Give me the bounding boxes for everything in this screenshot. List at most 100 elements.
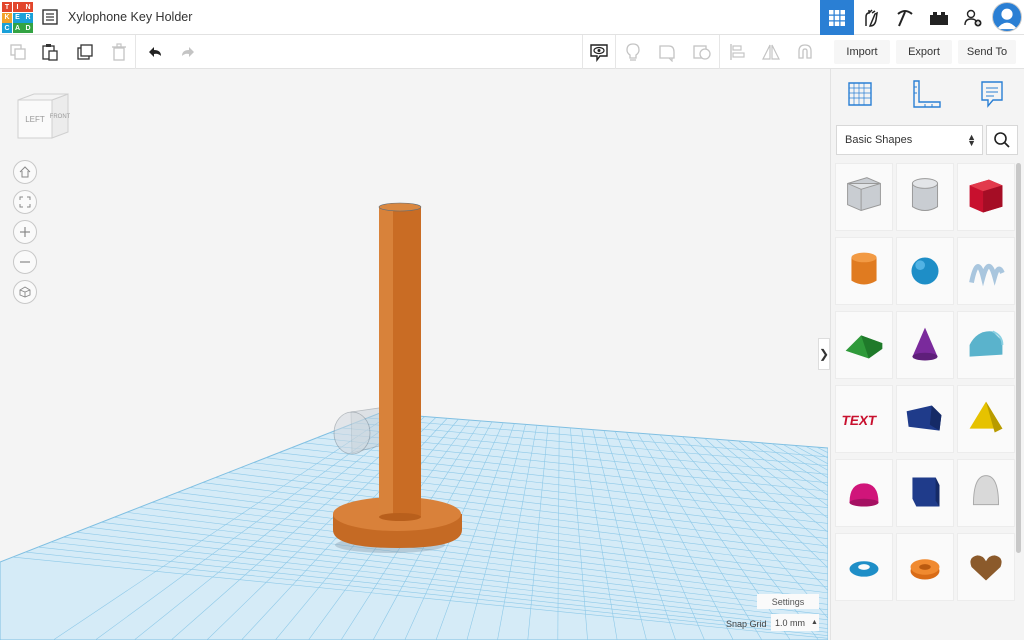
half-sphere-icon: [849, 483, 879, 507]
shape-wedge[interactable]: [896, 385, 954, 453]
delete-icon[interactable]: [107, 40, 131, 64]
perspective-button[interactable]: [13, 280, 37, 304]
logo-letter: C: [2, 23, 12, 33]
zoom-out-button[interactable]: [13, 250, 37, 274]
library-select[interactable]: Basic Shapes ▲ ▼: [836, 125, 983, 155]
copy-icon[interactable]: [6, 40, 30, 64]
workplane-canvas[interactable]: [0, 69, 828, 640]
shape-sphere[interactable]: [896, 237, 954, 305]
view-cube[interactable]: LEFT FRONT: [16, 92, 71, 142]
shape-polygon[interactable]: [896, 459, 954, 527]
design-menu-icon[interactable]: [42, 9, 58, 25]
shape-box[interactable]: [957, 163, 1015, 231]
sphere-icon: [911, 257, 939, 285]
undo-icon[interactable]: [143, 40, 167, 64]
shape-torus[interactable]: [835, 533, 893, 601]
search-icon: [994, 132, 1010, 148]
mirror-icon[interactable]: [759, 40, 783, 64]
shape-search-button[interactable]: [986, 125, 1018, 155]
shape-box-hole[interactable]: [835, 163, 893, 231]
polygon-icon: [912, 477, 940, 507]
shape-text[interactable]: TEXT: [835, 385, 893, 453]
add-user-icon[interactable]: [956, 0, 990, 35]
toolbar-divider: [615, 35, 616, 69]
shape-pyramid[interactable]: [957, 385, 1015, 453]
avatar-icon[interactable]: [992, 2, 1022, 32]
tinkercad-logo[interactable]: TIN KER CAD: [2, 2, 33, 33]
3d-design-grid-icon[interactable]: [820, 0, 854, 35]
shapes-panel: Basic Shapes ▲ ▼ TEXT: [830, 69, 1024, 640]
document-title[interactable]: Xylophone Key Holder: [68, 10, 192, 24]
vertical-post: [378, 202, 422, 521]
shape-cylinder-hole[interactable]: [896, 163, 954, 231]
cone-icon: [912, 327, 938, 361]
edit-toolbar: Import Export Send To: [0, 35, 1024, 69]
group-icon[interactable]: [690, 40, 714, 64]
shape-round-roof[interactable]: [957, 311, 1015, 379]
pyramid-icon: [969, 401, 1003, 433]
export-button[interactable]: Export: [896, 40, 952, 64]
shape-tube[interactable]: [896, 533, 954, 601]
fit-view-button[interactable]: [13, 190, 37, 214]
viewcube-left-label: LEFT: [25, 115, 45, 124]
shape-heart[interactable]: [957, 533, 1015, 601]
logo-letter: K: [2, 12, 12, 23]
toolbar-divider: [719, 35, 720, 69]
gallery-icon[interactable]: [854, 0, 888, 35]
shape-notes-icon[interactable]: [655, 40, 679, 64]
wedge-icon: [906, 405, 942, 431]
logo-letter: N: [23, 2, 33, 12]
shape-paraboloid[interactable]: [957, 459, 1015, 527]
roof-icon: [845, 335, 883, 359]
toolbar-divider: [135, 35, 136, 69]
top-bar: TIN KER CAD Xylophone Key Holder: [0, 0, 1024, 35]
light-icon[interactable]: [621, 40, 645, 64]
round-roof-icon: [969, 330, 1004, 357]
logo-letter: R: [23, 12, 33, 23]
ruler-tab[interactable]: [909, 77, 943, 111]
panel-collapse-button[interactable]: ❯: [818, 338, 830, 370]
cylinder-icon: [851, 252, 877, 285]
notes-tab[interactable]: [975, 77, 1009, 111]
paste-icon[interactable]: [38, 40, 62, 64]
shape-roof[interactable]: [835, 311, 893, 379]
select-caret-icon: ▲ ▼: [967, 132, 976, 148]
shape-cylinder[interactable]: [835, 237, 893, 305]
snap-grid-label: Snap Grid: [726, 619, 767, 629]
panel-tabs: [831, 77, 1024, 119]
panel-scrollbar[interactable]: [1016, 163, 1021, 553]
viewcube-front-label: FRONT: [50, 114, 70, 120]
bricks-icon[interactable]: [922, 0, 956, 35]
logo-letter: D: [23, 23, 33, 33]
duplicate-icon[interactable]: [73, 40, 97, 64]
redo-icon[interactable]: [176, 40, 200, 64]
zoom-in-button[interactable]: [13, 220, 37, 244]
logo-letter: I: [12, 2, 23, 12]
logo-letter: T: [2, 2, 12, 12]
align-icon[interactable]: [725, 40, 749, 64]
send-to-button[interactable]: Send To: [958, 40, 1016, 64]
shape-cone[interactable]: [896, 311, 954, 379]
workplane-viewport[interactable]: LEFT FRONT Settings Snap Grid 1.0 mm ▲: [0, 69, 828, 640]
shape-scribble[interactable]: [957, 237, 1015, 305]
home-view-button[interactable]: [13, 160, 37, 184]
import-button[interactable]: Import: [834, 40, 890, 64]
shape-half-sphere[interactable]: [835, 459, 893, 527]
torus-icon: [849, 561, 879, 577]
workplane-tab[interactable]: [843, 77, 877, 111]
top-right-nav: [820, 0, 1024, 35]
heart-icon: [970, 555, 1002, 581]
scribble-icon: [969, 263, 1005, 287]
snap-grid-select[interactable]: 1.0 mm ▲: [771, 614, 819, 631]
logo-letter: A: [12, 23, 23, 33]
caret-up-icon: ▲: [811, 619, 818, 626]
library-select-value: Basic Shapes: [845, 134, 913, 146]
pickaxe-icon[interactable]: [888, 0, 922, 35]
settings-button[interactable]: Settings: [757, 594, 819, 609]
ruler-magnet-icon[interactable]: [793, 40, 817, 64]
tube-icon: [910, 559, 940, 580]
paraboloid-icon: [972, 475, 1000, 506]
text-icon: TEXT: [840, 413, 878, 428]
view-icon[interactable]: [587, 40, 611, 64]
box-hole-icon: [847, 177, 881, 212]
